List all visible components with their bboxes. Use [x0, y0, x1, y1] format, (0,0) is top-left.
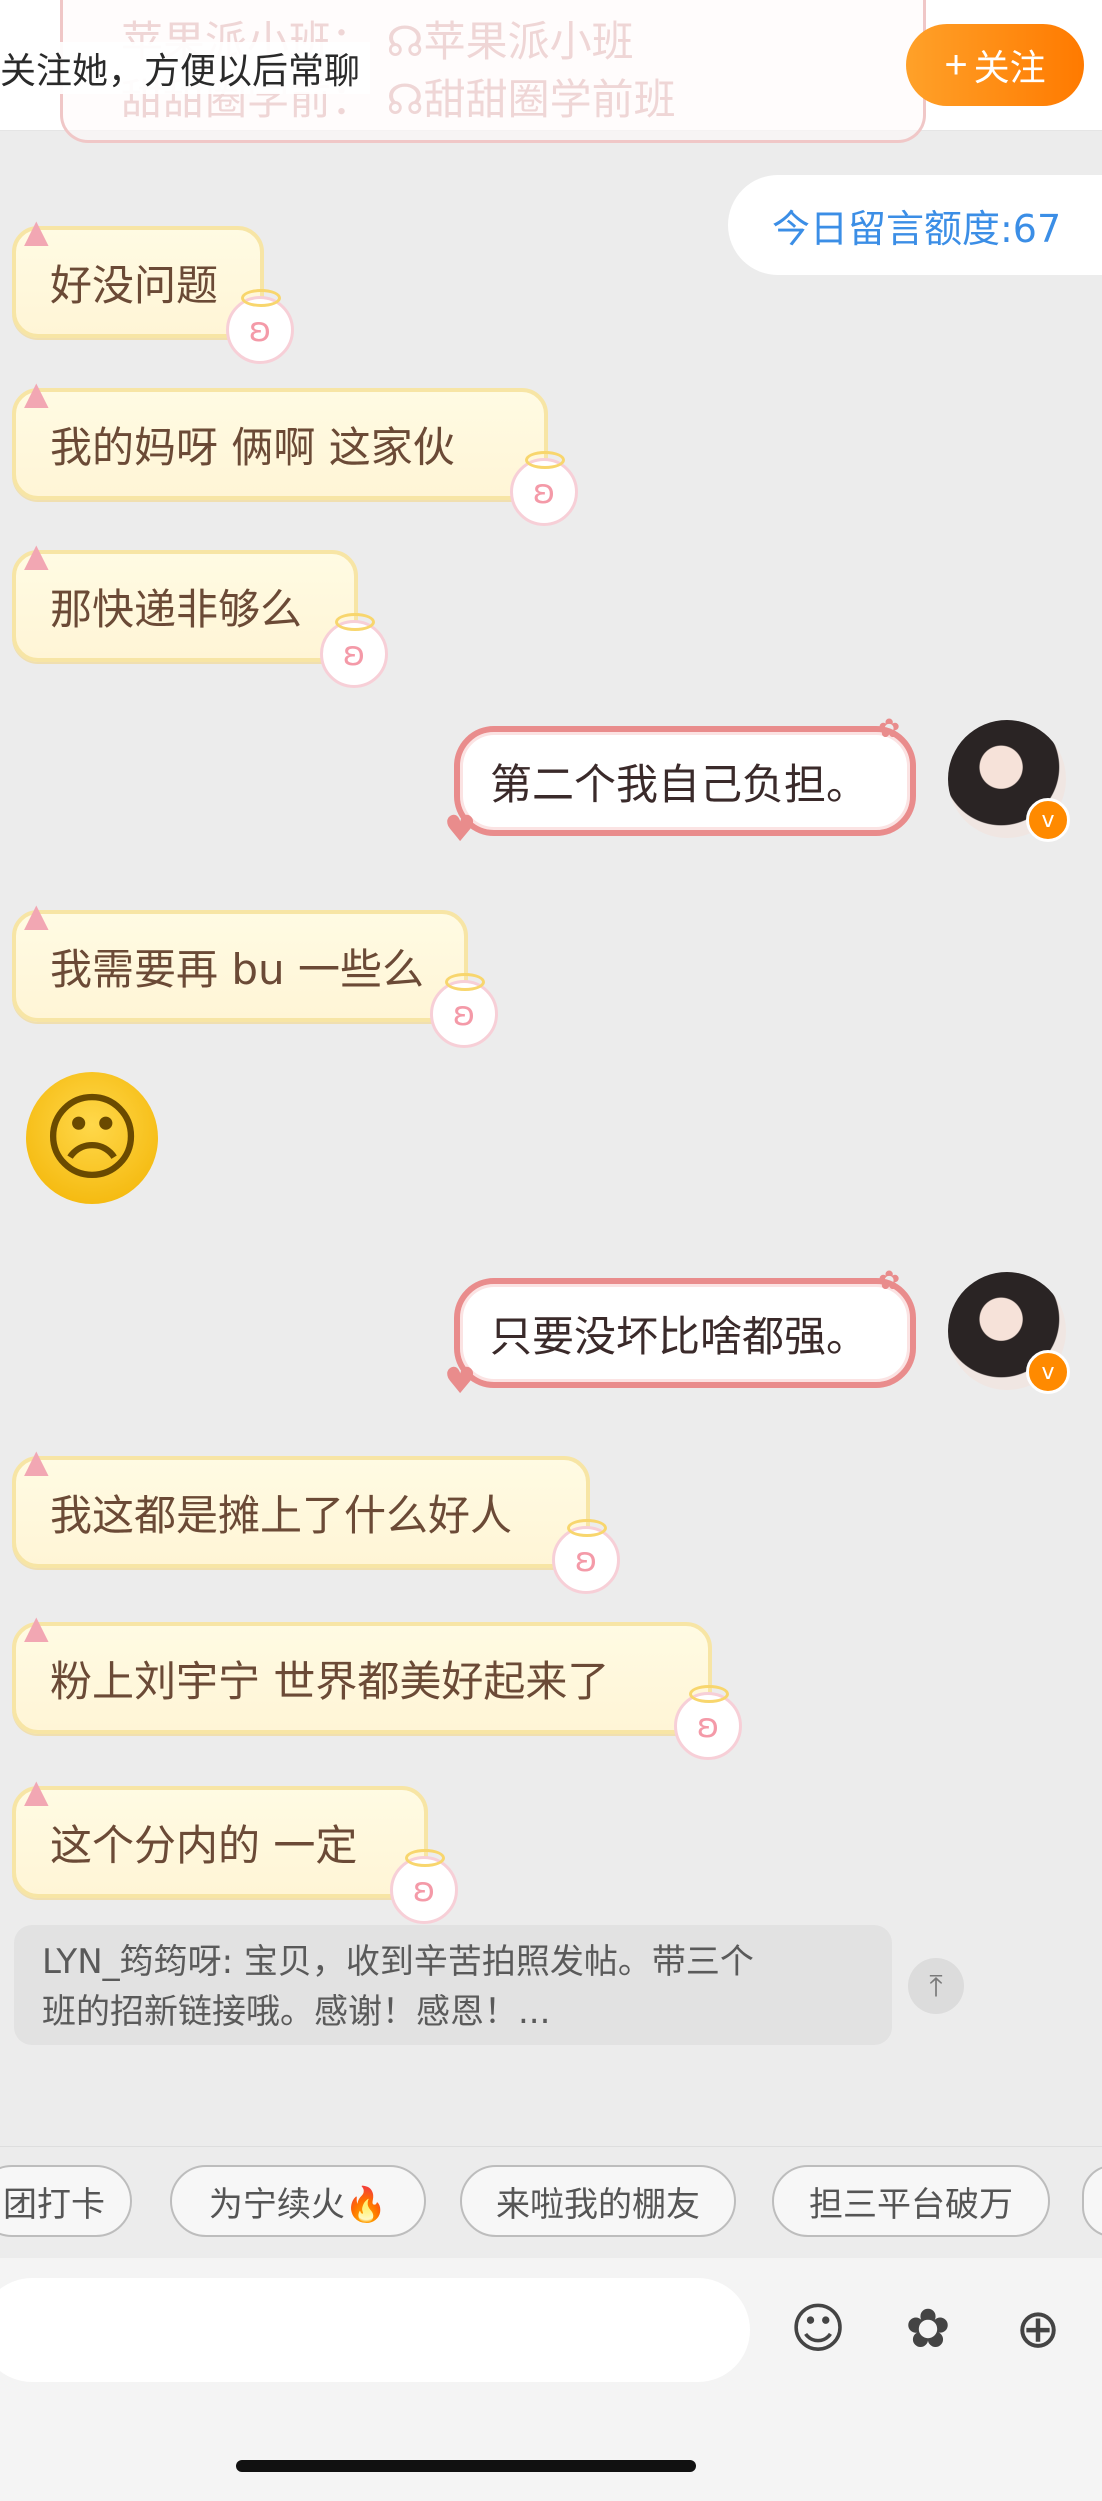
top-bar: 苹果派小班： ☊苹果派小班 甜甜圈学前： ☊甜甜圈学前班 关注她，方便以后常聊 …	[0, 0, 1102, 143]
bow-icon: ✿	[878, 714, 900, 744]
bunny-hat-icon: ▲	[24, 1608, 49, 1646]
scroll-to-top-icon[interactable]: ⤒	[908, 1958, 964, 2014]
bunny-sticker-icon: ʚ	[552, 1519, 620, 1594]
incoming-message[interactable]: ▲ 那快递非够么 ʚ	[12, 536, 388, 688]
message-input[interactable]	[0, 2278, 750, 2382]
message-text: 我这都是摊上了什么好人	[50, 1490, 513, 1540]
bow-icon: ✿	[878, 1266, 900, 1296]
incoming-message[interactable]: ▲ 我的妈呀 俩啊 这家伙 ʚ	[12, 374, 578, 526]
daily-message-quota: 今日留言额度:67	[728, 175, 1102, 275]
message-text: 我的妈呀 俩啊 这家伙	[50, 422, 455, 472]
quoted-message-preview[interactable]: LYN_筠筠呀: 宝贝，收到辛苦拍照发帖。带三个 班的招新链接哦。感谢！感恩！.…	[14, 1925, 892, 2045]
tag-chip[interactable]: 来啦我的棚友	[460, 2165, 736, 2237]
tag-chip-partial[interactable]	[1082, 2165, 1102, 2237]
plus-circle-icon[interactable]: ⊕	[1000, 2290, 1076, 2366]
bunny-hat-icon: ▲	[24, 536, 49, 574]
incoming-message[interactable]: ▲ 我这都是摊上了什么好人 ʚ	[12, 1442, 620, 1594]
bunny-sticker-icon: ʚ	[226, 289, 294, 364]
bunny-hat-icon: ▲	[24, 374, 49, 412]
follow-label: 关注	[973, 47, 1046, 88]
message-text: 第二个我自己负担。	[490, 759, 869, 809]
tag-chip[interactable]: 为宁续火🔥	[170, 2165, 426, 2237]
outgoing-message[interactable]: ✿ 第二个我自己负担。 ♥	[444, 714, 916, 850]
tag-chip[interactable]: 担三平台破万	[772, 2165, 1050, 2237]
bunny-sticker-icon: ʚ	[510, 451, 578, 526]
tag-chip[interactable]: 团打卡	[0, 2165, 132, 2237]
message-text: 这个分内的 一定	[50, 1820, 358, 1870]
incoming-message[interactable]: ▲ 粉上刘宇宁 世界都美好起来了 ʚ	[12, 1608, 742, 1760]
heart-icon: ♥	[444, 809, 477, 850]
verified-badge-icon: v	[1026, 798, 1070, 842]
crying-face-icon[interactable]: ☹	[26, 1072, 158, 1204]
smiley-icon[interactable]: ☺	[780, 2290, 856, 2366]
quote-line-1: LYN_筠筠呀: 宝贝，收到辛苦拍照发帖。带三个	[42, 1942, 754, 1982]
message-text: 只要没坏比啥都强。	[490, 1311, 869, 1361]
bunny-sticker-icon: ʚ	[390, 1849, 458, 1924]
plus-icon: +	[944, 42, 968, 87]
incoming-message[interactable]: ▲ 这个分内的 一定 ʚ	[12, 1772, 458, 1924]
bunny-hat-icon: ▲	[24, 1772, 49, 1810]
flower-sticker-icon[interactable]: ✿	[890, 2290, 966, 2366]
incoming-message[interactable]: ▲ 我需要再 bu 一些么 ʚ	[12, 896, 498, 1048]
quote-line-2: 班的招新链接哦。感谢！感恩！...	[42, 1992, 551, 2032]
follow-button[interactable]: + 关注	[906, 24, 1084, 106]
bunny-hat-icon: ▲	[24, 1442, 49, 1480]
incoming-message[interactable]: ▲ 好没问题 ʚ	[12, 212, 294, 364]
bunny-sticker-icon: ʚ	[320, 613, 388, 688]
message-text: 我需要再 bu 一些么	[50, 944, 424, 994]
outgoing-message[interactable]: ✿ 只要没坏比啥都强。 ♥	[444, 1266, 916, 1402]
verified-badge-icon: v	[1026, 1350, 1070, 1394]
message-text: 好没问题	[50, 260, 219, 310]
message-text: 那快递非够么	[50, 584, 303, 634]
bunny-hat-icon: ▲	[24, 896, 49, 934]
message-text: 粉上刘宇宁 世界都美好起来了	[50, 1656, 610, 1706]
bunny-sticker-icon: ʚ	[674, 1685, 742, 1760]
bunny-sticker-icon: ʚ	[430, 973, 498, 1048]
avatar[interactable]: v	[948, 1272, 1070, 1394]
bunny-hat-icon: ▲	[24, 212, 49, 250]
avatar[interactable]: v	[948, 720, 1070, 842]
follow-hint: 关注她，方便以后常聊	[0, 42, 371, 94]
quick-tag-bar: 团打卡 为宁续火🔥 来啦我的棚友 担三平台破万	[0, 2146, 1102, 2259]
home-indicator	[236, 2460, 696, 2472]
heart-icon: ♥	[444, 1361, 477, 1402]
